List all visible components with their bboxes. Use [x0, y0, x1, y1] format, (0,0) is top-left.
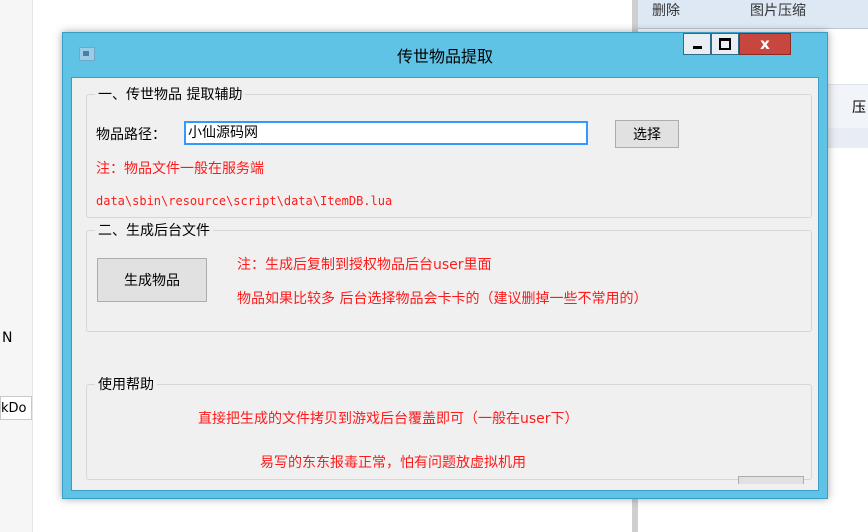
- background-input[interactable]: kDo: [0, 396, 32, 420]
- background-delete-tab[interactable]: 删除: [652, 0, 680, 20]
- partially-hidden-button[interactable]: [738, 476, 804, 484]
- select-button[interactable]: 选择: [615, 120, 679, 148]
- background-label: N: [2, 330, 13, 346]
- close-button[interactable]: x: [739, 33, 791, 55]
- background-row-text: 压: [852, 100, 866, 116]
- background-left-panel: [0, 0, 33, 532]
- maximize-button[interactable]: [711, 33, 739, 55]
- minimize-icon: [692, 45, 702, 49]
- background-toolbar: 删除 图片压缩: [638, 0, 868, 29]
- background-compress-tab[interactable]: 图片压缩: [750, 0, 806, 20]
- generate-group-legend: 二、生成后台文件: [98, 223, 210, 239]
- window-client-area: 一、传世物品 提取辅助 物品路径： 小仙源码网 选择 注：物品文件一般在服务端 …: [71, 77, 819, 491]
- item-extract-window: 传世物品提取 x 一、传世物品 提取辅助 物品路径： 小仙源码网 选择 注：物品…: [62, 32, 828, 499]
- maximize-icon: [719, 38, 731, 50]
- title-bar[interactable]: 传世物品提取 x: [63, 33, 827, 77]
- path-hint: data\sbin\resource\script\data\ItemDB.lu…: [96, 194, 393, 208]
- generate-note-2: 物品如果比较多 后台选择物品会卡卡的（建议删掉一些不常用的）: [237, 291, 648, 307]
- close-icon: x: [760, 34, 770, 53]
- help-text-1: 直接把生成的文件拷贝到游戏后台覆盖即可（一般在user下）: [198, 411, 579, 427]
- path-label: 物品路径：: [96, 127, 166, 143]
- path-note: 注：物品文件一般在服务端: [96, 161, 264, 177]
- help-group-legend: 使用帮助: [98, 377, 154, 393]
- generate-items-button[interactable]: 生成物品: [97, 258, 207, 302]
- help-text-2: 易写的东东报毒正常，怕有问题放虚拟机用: [260, 455, 526, 471]
- minimize-button[interactable]: [683, 33, 711, 55]
- generate-note-1: 注：生成后复制到授权物品后台user里面: [237, 257, 492, 273]
- extract-group-legend: 一、传世物品 提取辅助: [98, 87, 243, 103]
- item-path-input[interactable]: 小仙源码网: [184, 121, 588, 145]
